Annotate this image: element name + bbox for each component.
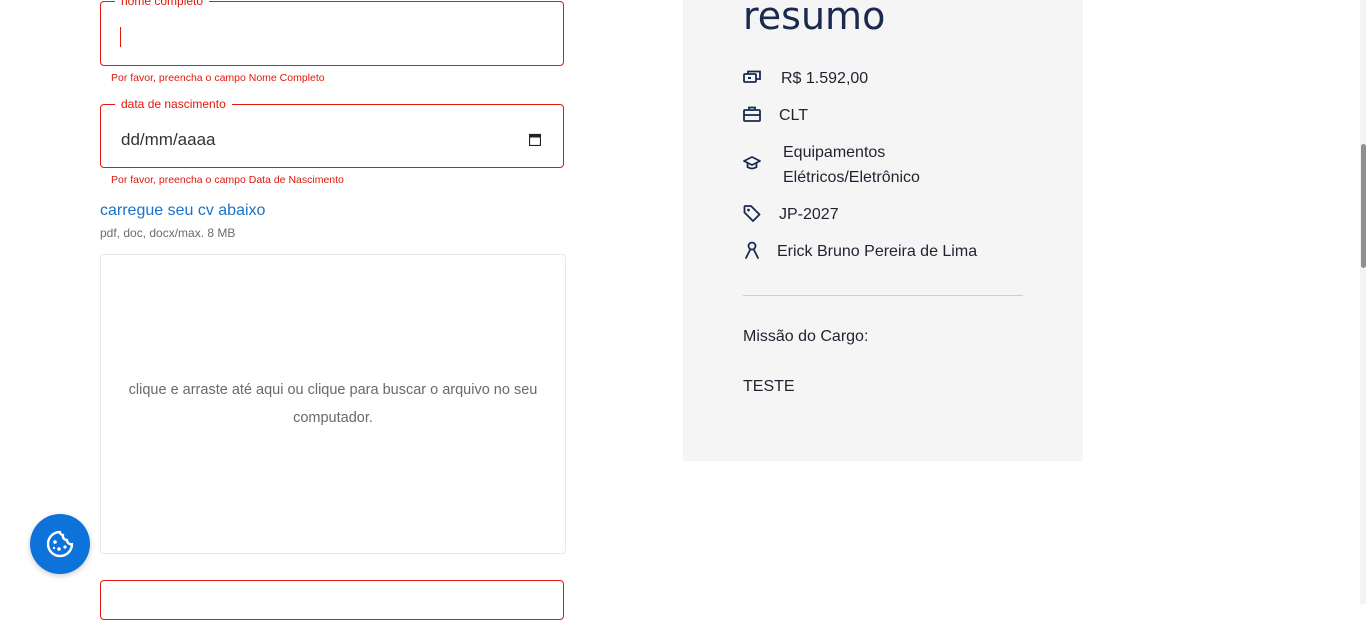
code-text: JP-2027: [779, 206, 839, 223]
contract-row: CLT: [743, 103, 808, 128]
birth-date-field[interactable]: data de nascimento dd/mm/aaaa: [100, 96, 564, 168]
mission-text: TESTE: [743, 378, 795, 395]
birth-date-label: data de nascimento: [115, 96, 232, 112]
full-name-field[interactable]: nome completo: [100, 0, 564, 66]
page-scrollbar[interactable]: [1360, 0, 1366, 604]
dropzone-text: clique e arraste até aqui ou clique para…: [128, 382, 538, 426]
full-name-label: nome completo: [115, 0, 210, 9]
salary-text: R$ 1.592,00: [781, 70, 869, 87]
birth-date-placeholder: dd/mm/aaaa: [121, 130, 216, 149]
briefcase-icon: [743, 106, 761, 122]
area-text: Equipamentos Elétricos/Eletrônico: [783, 144, 920, 186]
code-row: JP-2027: [743, 202, 839, 227]
summary-panel: resumo R$ 1.592,00 CLT Equipamentos Elét…: [683, 0, 1083, 461]
text-caret: [120, 27, 121, 47]
person-icon: [745, 241, 759, 259]
birth-date-error: Por favor, preencha o campo Data de Nasc…: [111, 174, 344, 186]
tag-icon: [743, 205, 761, 222]
money-icon: [743, 70, 761, 83]
recruiter-row: Erick Bruno Pereira de Lima: [743, 239, 977, 264]
mission-label: Missão do Cargo:: [743, 328, 869, 345]
area-row: Equipamentos Elétricos/Eletrônico: [743, 140, 953, 190]
contract-text: CLT: [779, 107, 809, 124]
graduation-cap-icon: [743, 156, 761, 170]
cv-dropzone[interactable]: clique e arraste até aqui ou clique para…: [100, 254, 566, 554]
scrollbar-thumb[interactable]: [1361, 144, 1366, 268]
cookie-icon: [46, 530, 74, 558]
summary-title: resumo: [743, 0, 886, 38]
upload-hint: pdf, doc, docx/max. 8 MB: [100, 226, 236, 240]
salary-row: R$ 1.592,00: [743, 66, 868, 91]
recruiter-text: Erick Bruno Pereira de Lima: [777, 243, 978, 260]
cookie-settings-button[interactable]: [30, 514, 90, 574]
summary-divider: [743, 295, 1023, 296]
full-name-error: Por favor, preencha o campo Nome Complet…: [111, 72, 325, 84]
upload-title: carregue seu cv abaixo: [100, 202, 266, 219]
calendar-icon[interactable]: [529, 133, 541, 146]
next-field[interactable]: [100, 580, 564, 620]
